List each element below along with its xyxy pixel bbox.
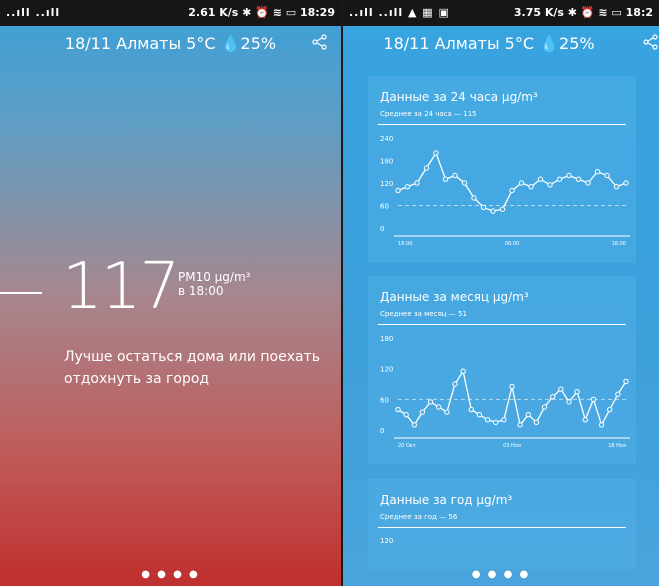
data-point (615, 391, 621, 397)
page-indicator[interactable]: ● ● ● ● (343, 569, 659, 580)
data-point (607, 406, 613, 413)
y-tick-label: 60 (380, 396, 389, 404)
location-weather-header: 18/11 Алматы 5°C 💧25% (383, 34, 595, 53)
data-point (537, 176, 544, 182)
data-point (556, 176, 563, 182)
data-point (575, 176, 582, 182)
status-bar: ..ıll ..ıll 2.61 K/s ✱ ⏰ ≋ ▭ 18:29 (0, 0, 341, 26)
y-tick: 120 (380, 537, 394, 545)
data-point (518, 180, 525, 186)
chart-card-year[interactable]: Данные за год μg/m³ Среднее за год — 56 … (368, 479, 636, 569)
data-point (395, 406, 401, 413)
data-point (490, 208, 496, 214)
data-point (444, 409, 450, 415)
advice-text: Лучше остаться дома или поехать отдохнут… (64, 349, 320, 387)
pm-unit: PM10 μg/m³ в 18:00 (178, 270, 250, 298)
x-tick-label: 03 Ноя (503, 443, 521, 449)
share-icon[interactable] (312, 34, 328, 54)
data-point (419, 409, 426, 415)
data-point (480, 204, 487, 211)
data-point (547, 182, 553, 188)
pm-value: 117 (62, 250, 180, 324)
data-point (452, 381, 458, 387)
data-point (517, 422, 523, 428)
y-tick-label: 240 (380, 135, 393, 143)
data-point (594, 169, 601, 175)
data-point (476, 411, 483, 418)
data-point (613, 184, 620, 190)
data-point (528, 184, 534, 190)
data-point (525, 411, 531, 418)
data-point (574, 388, 580, 395)
chart-card-month[interactable]: Данные за месяц μg/m³ Среднее за месяц —… (368, 276, 636, 464)
y-tick-label: 120 (380, 366, 393, 374)
data-point (460, 368, 466, 374)
data-point (590, 396, 597, 403)
data-point (566, 399, 572, 405)
y-tick-label: 180 (380, 158, 393, 166)
signal-icons: ..ıll ..ıll (6, 6, 61, 19)
status-right: 2.61 K/s ✱ ⏰ ≋ ▭ 18:29 (188, 6, 335, 19)
value-indicator-line (0, 292, 42, 294)
page-indicator[interactable]: ● ● ● ● (0, 569, 341, 580)
data-point (558, 386, 564, 392)
data-point (509, 187, 515, 194)
signal-icons: ..ıll ..ıll ▲ ▦ ▣ (349, 6, 450, 19)
y-tick-label: 120 (380, 180, 393, 188)
data-point (471, 195, 477, 201)
data-point (452, 172, 458, 179)
divider (378, 527, 626, 528)
data-point (566, 172, 572, 179)
chart-month: 180 120 60 0 20 Окт 03 Ноя 18 Ноя (380, 335, 630, 449)
data-point (433, 150, 439, 156)
data-point (623, 180, 629, 186)
screen-right: ..ıll ..ıll ▲ ▦ ▣ 3.75 K/s ✱ ⏰ ≋ ▭ 18:2 … (343, 0, 659, 586)
data-point (395, 187, 401, 194)
y-tick-label: 180 (380, 335, 393, 343)
data-point (427, 399, 434, 405)
x-tick-label: 06:00 (505, 241, 519, 247)
card-title: Данные за год μg/m³ (380, 493, 513, 507)
data-point (582, 417, 588, 423)
data-point (493, 419, 499, 426)
screen-left: ..ıll ..ıll 2.61 K/s ✱ ⏰ ≋ ▭ 18:29 18/11… (0, 0, 341, 586)
data-point (411, 422, 417, 428)
data-point (461, 180, 468, 186)
status-right: 3.75 K/s ✱ ⏰ ≋ ▭ 18:2 (513, 6, 653, 19)
data-point (414, 180, 420, 186)
data-point (499, 206, 506, 212)
data-point (442, 176, 449, 182)
share-icon[interactable] (643, 34, 659, 54)
data-point (501, 417, 507, 423)
pm-unit-label: PM10 μg/m³ (178, 270, 251, 284)
chart-card-24h[interactable]: Данные за 24 часа μg/m³ Среднее за 24 ча… (368, 76, 636, 263)
x-tick-label: 20 Окт (398, 443, 416, 449)
data-point (509, 383, 515, 390)
x-tick-label: 18 Ноя (608, 443, 626, 449)
x-tick-label: 18:00 (398, 241, 412, 247)
x-tick-label: 18:00 (612, 241, 626, 247)
data-point (604, 172, 610, 179)
data-point (623, 378, 629, 385)
data-point (403, 411, 409, 418)
data-point (585, 180, 591, 186)
location-weather-header: 18/11 Алматы 5°C 💧25% (64, 34, 277, 53)
data-point (533, 419, 540, 426)
chart-24h: 240 180 120 60 0 18:00 06:00 18:00 (380, 135, 630, 247)
data-point (436, 404, 442, 410)
data-point (404, 184, 411, 190)
pm-time: в 18:00 (178, 284, 224, 298)
data-point (550, 394, 556, 400)
data-point (598, 422, 605, 428)
y-tick-label: 60 (380, 203, 389, 211)
data-point (423, 165, 430, 171)
y-tick-label: 0 (380, 225, 384, 233)
series-line (397, 151, 627, 212)
y-tick-label: 0 (380, 427, 384, 435)
card-subtitle: Среднее за год — 56 (380, 513, 458, 521)
data-point (468, 406, 474, 413)
status-bar: ..ıll ..ıll ▲ ▦ ▣ 3.75 K/s ✱ ⏰ ≋ ▭ 18:2 (343, 0, 659, 26)
data-point (541, 404, 548, 410)
data-point (484, 417, 491, 423)
